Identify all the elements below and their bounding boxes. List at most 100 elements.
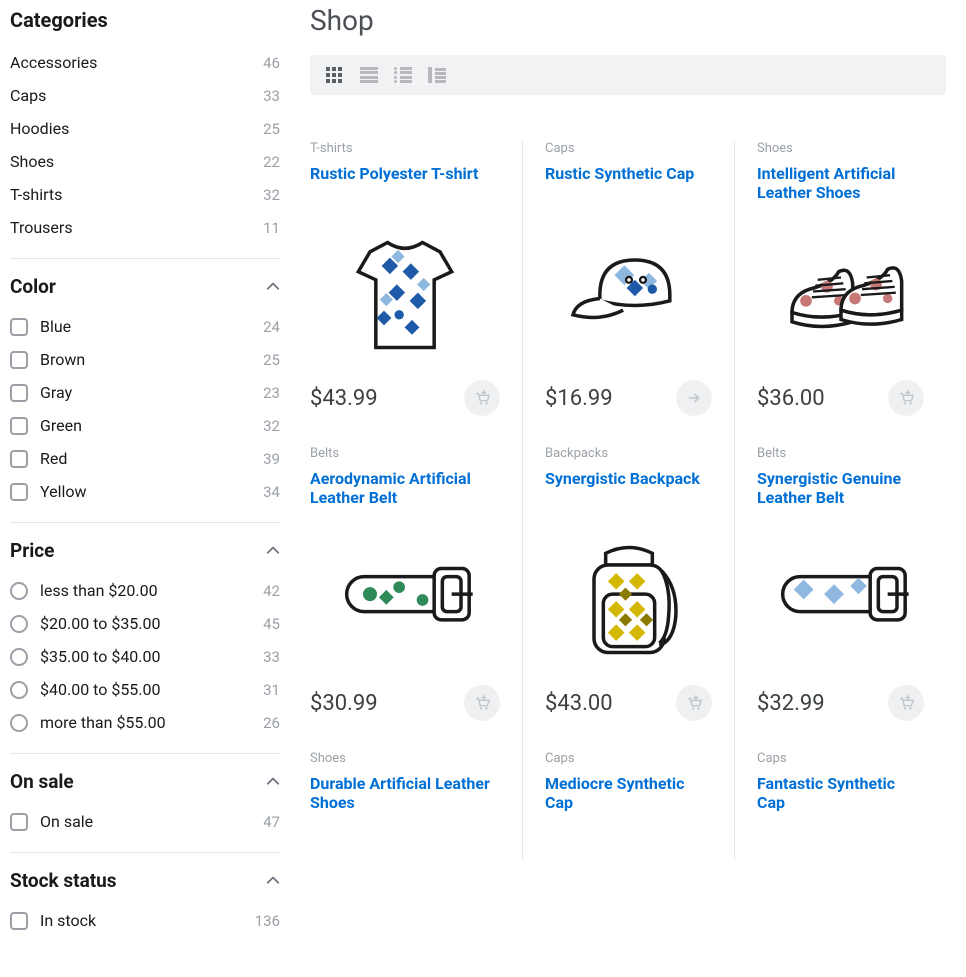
option-count: 24 bbox=[263, 318, 280, 336]
product-category[interactable]: T-shirts bbox=[310, 141, 500, 156]
product-name[interactable]: Fantastic Synthetic Cap bbox=[757, 774, 924, 814]
price-row: $43.99 bbox=[310, 380, 500, 416]
product-category[interactable]: Shoes bbox=[757, 141, 924, 156]
stock-header[interactable]: Stock status bbox=[10, 869, 280, 892]
view-mode-bar bbox=[310, 55, 946, 95]
product-image[interactable] bbox=[545, 525, 712, 675]
filter-option[interactable]: In stock 136 bbox=[10, 904, 280, 937]
category-name: Shoes bbox=[10, 152, 54, 171]
price-row: $43.00 bbox=[545, 685, 712, 721]
option-label: $20.00 to $35.00 bbox=[40, 614, 161, 633]
product-name[interactable]: Durable Artificial Leather Shoes bbox=[310, 774, 500, 814]
add-to-cart-button[interactable] bbox=[464, 380, 500, 416]
product-category[interactable]: Caps bbox=[545, 751, 712, 766]
checkbox-icon bbox=[10, 384, 28, 402]
product-image[interactable] bbox=[757, 220, 924, 370]
product-image[interactable] bbox=[757, 525, 924, 675]
filter-option[interactable]: $35.00 to $40.0033 bbox=[10, 640, 280, 673]
product-category[interactable]: Shoes bbox=[310, 751, 500, 766]
category-item[interactable]: T-shirts32 bbox=[10, 178, 280, 211]
category-count: 25 bbox=[263, 120, 280, 138]
option-label: more than $55.00 bbox=[40, 713, 166, 732]
product-card: Belts Aerodynamic Artificial Leather Bel… bbox=[310, 446, 522, 751]
filter-option[interactable]: Gray 23 bbox=[10, 376, 280, 409]
color-title: Color bbox=[10, 275, 56, 298]
option-label: Gray bbox=[40, 383, 72, 402]
stock-title: Stock status bbox=[10, 869, 117, 892]
product-name[interactable]: Aerodynamic Artificial Leather Belt bbox=[310, 469, 500, 509]
price-row: $16.99 bbox=[545, 380, 712, 416]
add-to-cart-button[interactable] bbox=[676, 380, 712, 416]
checkbox-icon bbox=[10, 813, 28, 831]
product-category[interactable]: Backpacks bbox=[545, 446, 712, 461]
add-to-cart-button[interactable] bbox=[676, 685, 712, 721]
product-image[interactable] bbox=[310, 525, 500, 675]
product-name[interactable]: Synergistic Genuine Leather Belt bbox=[757, 469, 924, 509]
filter-option[interactable]: Brown25 bbox=[10, 343, 280, 376]
product-card: Backpacks Synergistic Backpack $43.00 bbox=[522, 446, 734, 751]
option-label: In stock bbox=[40, 911, 96, 930]
view-detailed-button[interactable] bbox=[428, 67, 446, 83]
filter-option[interactable]: more than $55.0026 bbox=[10, 706, 280, 739]
product-price: $36.00 bbox=[757, 386, 825, 411]
category-count: 46 bbox=[263, 54, 280, 72]
view-grid-button[interactable] bbox=[326, 67, 344, 83]
color-header[interactable]: Color bbox=[10, 275, 280, 298]
filter-option[interactable]: Yellow34 bbox=[10, 475, 280, 508]
filter-option[interactable]: Red39 bbox=[10, 442, 280, 475]
add-to-cart-button[interactable] bbox=[888, 380, 924, 416]
add-to-cart-button[interactable] bbox=[888, 685, 924, 721]
category-count: 32 bbox=[263, 186, 280, 204]
product-name[interactable]: Intelligent Artificial Leather Shoes bbox=[757, 164, 924, 204]
categories-section: Categories Accessories46Caps33Hoodies25S… bbox=[10, 8, 280, 259]
chevron-up-icon bbox=[266, 874, 280, 888]
product-price: $16.99 bbox=[545, 386, 613, 411]
product-category[interactable]: Caps bbox=[757, 751, 924, 766]
filter-option[interactable]: Blue 24 bbox=[10, 310, 280, 343]
cart-add-icon bbox=[897, 694, 915, 712]
filter-option[interactable]: $40.00 to $55.0031 bbox=[10, 673, 280, 706]
filter-option[interactable]: Green32 bbox=[10, 409, 280, 442]
filter-option[interactable]: On sale47 bbox=[10, 805, 280, 838]
product-card: Belts Synergistic Genuine Leather Belt $… bbox=[734, 446, 946, 751]
chevron-up-icon bbox=[266, 544, 280, 558]
category-item[interactable]: Shoes22 bbox=[10, 145, 280, 178]
radio-icon bbox=[10, 582, 28, 600]
product-category[interactable]: Caps bbox=[545, 141, 712, 156]
onsale-header[interactable]: On sale bbox=[10, 770, 280, 793]
product-image[interactable] bbox=[545, 220, 712, 370]
option-count: 23 bbox=[263, 384, 280, 402]
product-name[interactable]: Rustic Synthetic Cap bbox=[545, 164, 712, 204]
category-item[interactable]: Hoodies25 bbox=[10, 112, 280, 145]
category-item[interactable]: Caps33 bbox=[10, 79, 280, 112]
product-name[interactable]: Synergistic Backpack bbox=[545, 469, 712, 509]
filter-option[interactable]: less than $20.0042 bbox=[10, 574, 280, 607]
category-item[interactable]: Trousers11 bbox=[10, 211, 280, 244]
option-count: 136 bbox=[255, 912, 280, 930]
product-name[interactable]: Rustic Polyester T-shirt bbox=[310, 164, 500, 204]
filter-option[interactable]: $20.00 to $35.0045 bbox=[10, 607, 280, 640]
product-name[interactable]: Mediocre Synthetic Cap bbox=[545, 774, 712, 814]
option-label: Blue bbox=[40, 317, 71, 336]
view-bulleted-button[interactable] bbox=[394, 67, 412, 83]
option-label: Green bbox=[40, 416, 82, 435]
product-grid: T-shirts Rustic Polyester T-shirt $43.99… bbox=[310, 141, 946, 860]
checkbox-icon bbox=[10, 450, 28, 468]
price-header[interactable]: Price bbox=[10, 539, 280, 562]
product-card: Caps Rustic Synthetic Cap $16.99 bbox=[522, 141, 734, 446]
checkbox-icon bbox=[10, 483, 28, 501]
option-count: 25 bbox=[263, 351, 280, 369]
price-section: Price less than $20.0042$20.00 to $35.00… bbox=[10, 539, 280, 754]
product-category[interactable]: Belts bbox=[757, 446, 924, 461]
cart-add-icon bbox=[685, 694, 703, 712]
radio-icon bbox=[10, 615, 28, 633]
option-count: 31 bbox=[263, 681, 280, 699]
onsale-section: On sale On sale47 bbox=[10, 770, 280, 853]
category-count: 33 bbox=[263, 87, 280, 105]
product-image[interactable] bbox=[310, 220, 500, 370]
product-category[interactable]: Belts bbox=[310, 446, 500, 461]
category-item[interactable]: Accessories46 bbox=[10, 46, 280, 79]
option-count: 33 bbox=[263, 648, 280, 666]
add-to-cart-button[interactable] bbox=[464, 685, 500, 721]
view-lines-button[interactable] bbox=[360, 67, 378, 83]
